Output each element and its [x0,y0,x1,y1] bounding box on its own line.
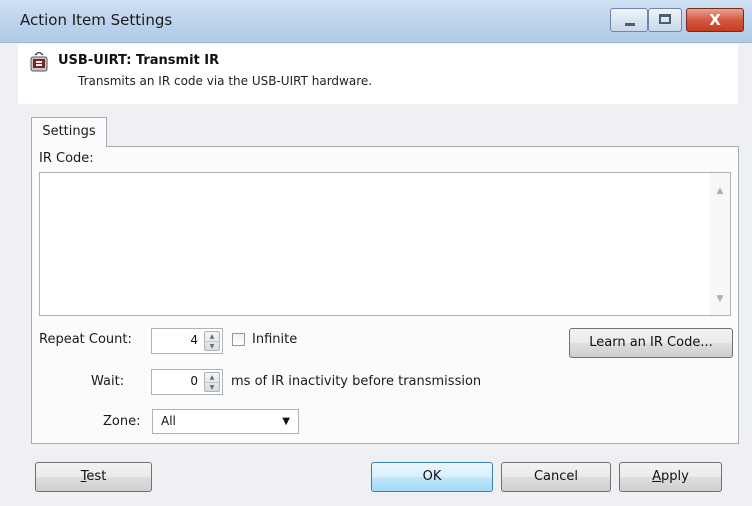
test-label-rest: est [86,469,107,484]
ir-code-textarea[interactable]: ▲ ▼ [39,172,731,316]
maximize-button[interactable] [648,8,682,32]
infinite-checkbox[interactable] [232,333,245,346]
zone-value: All [161,414,176,428]
apply-button[interactable]: Apply [619,462,722,492]
cancel-button[interactable]: Cancel [501,462,611,492]
ir-code-label: IR Code: [39,151,94,166]
apply-mnemonic: A [652,469,662,484]
spin-up-icon[interactable]: ▲ [205,373,219,382]
zone-label: Zone: [103,414,141,429]
learn-ir-code-button[interactable]: Learn an IR Code... [569,328,733,358]
spin-up-icon[interactable]: ▲ [205,332,219,341]
repeat-count-stepper[interactable]: 4 ▲ ▼ [151,328,223,354]
zone-select[interactable]: All ▼ [152,409,299,434]
test-button[interactable]: Test [35,462,152,492]
spin-down-icon[interactable]: ▼ [205,382,219,392]
repeat-count-label: Repeat Count: [39,332,132,347]
minimize-button[interactable] [610,8,648,32]
dialog-window: Action Item Settings X USB-UIRT: Transmi… [0,0,752,506]
repeat-count-spin-buttons[interactable]: ▲ ▼ [204,331,220,351]
wait-suffix-label: ms of IR inactivity before transmission [231,374,482,389]
wait-value: 0 [190,374,198,388]
action-header: USB-UIRT: Transmit IR Transmits an IR co… [18,44,738,104]
wait-stepper[interactable]: 0 ▲ ▼ [151,369,223,395]
usb-icon [30,52,48,72]
wait-label: Wait: [91,374,125,389]
wait-spin-buttons[interactable]: ▲ ▼ [204,372,220,392]
infinite-label: Infinite [252,332,298,347]
ir-code-scrollbar[interactable]: ▲ ▼ [710,173,730,315]
apply-label-rest: pply [661,469,689,484]
scroll-up-icon[interactable]: ▲ [710,183,730,199]
action-description: Transmits an IR code via the USB-UIRT ha… [78,74,373,88]
repeat-count-value: 4 [190,333,198,347]
title-bar[interactable]: Action Item Settings X [0,0,752,43]
spin-down-icon[interactable]: ▼ [205,341,219,351]
tab-settings[interactable]: Settings [31,117,107,147]
scroll-down-icon[interactable]: ▼ [710,291,730,307]
action-title: USB-UIRT: Transmit IR [58,53,220,68]
chevron-down-icon: ▼ [282,416,290,427]
close-icon: X [709,11,721,29]
maximize-icon [659,14,671,24]
ok-button[interactable]: OK [371,462,493,492]
close-button[interactable]: X [686,8,744,32]
window-title: Action Item Settings [20,11,173,29]
minimize-icon [625,23,635,26]
